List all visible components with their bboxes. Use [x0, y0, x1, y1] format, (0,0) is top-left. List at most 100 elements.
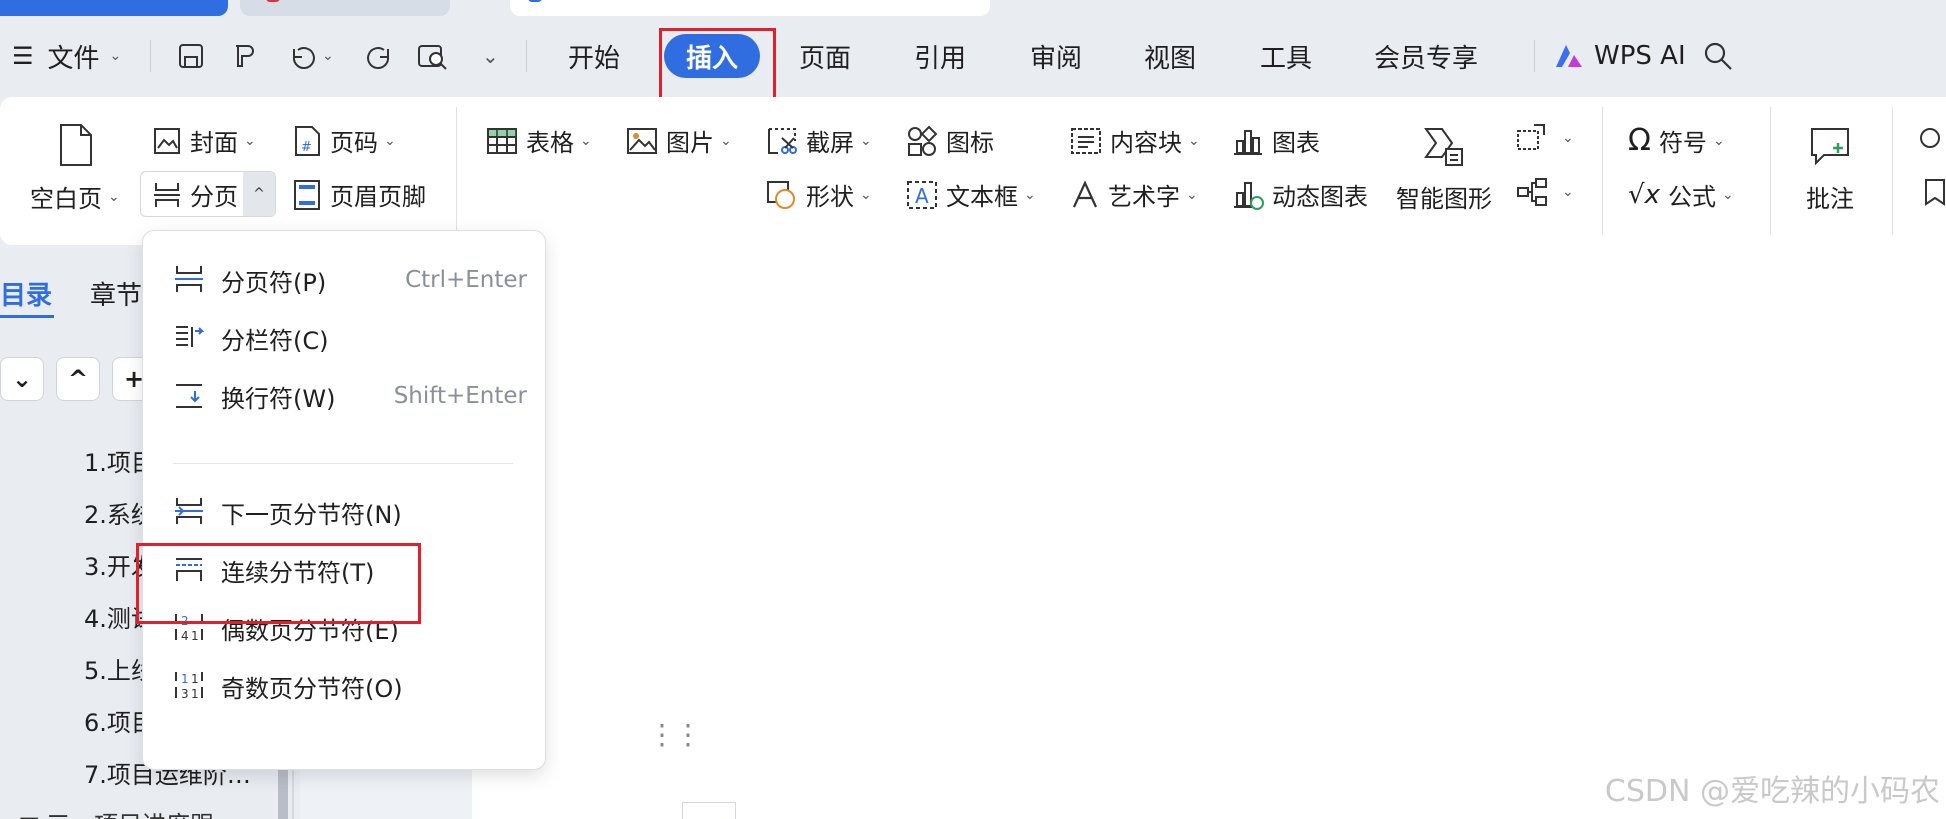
tab-page[interactable]: 页面 — [799, 36, 851, 76]
header-footer-button[interactable]: 页眉页脚 — [292, 177, 426, 212]
writer-app-icon — [528, 0, 542, 2]
tab-chapter[interactable]: 章节 — [90, 275, 142, 312]
cover-label: 封面 — [190, 129, 238, 157]
menu-item-column-break[interactable]: 分栏符(C) — [143, 309, 547, 367]
svg-text:#: # — [301, 140, 312, 155]
wps-ai-label: WPS AI — [1594, 41, 1686, 71]
menu-item-odd-page-section-break[interactable]: 1131 奇数页分节符(O) — [143, 657, 547, 715]
screenshot-button[interactable]: 截屏 ⌄ — [766, 123, 872, 158]
textbox-button[interactable]: A 文本框 ⌄ — [906, 177, 1036, 212]
next-page-section-break-icon — [173, 495, 205, 527]
smart-graphic-button[interactable]: 智能图形 — [1396, 125, 1492, 214]
page-break-dropdown-toggle[interactable]: ^ — [243, 172, 275, 216]
save-button[interactable] — [176, 36, 206, 76]
menu-item-next-page-section-break[interactable]: 下一页分节符(N) — [143, 483, 547, 541]
page-number-label: 页码 — [330, 129, 378, 157]
tab-toc[interactable]: 目录 — [0, 275, 52, 312]
page-number-icon: # — [292, 125, 322, 157]
table-button[interactable]: 表格 ⌄ — [486, 123, 592, 158]
tab-member[interactable]: 会员专享 — [1374, 36, 1478, 76]
svg-text:1: 1 — [191, 672, 199, 686]
formula-button[interactable]: √x 公式 ⌄ — [1628, 177, 1734, 212]
textbox-label: 文本框 — [946, 183, 1018, 211]
nav-scrollbar[interactable] — [278, 765, 288, 819]
picture-button[interactable]: 图片 ⌄ — [626, 123, 732, 158]
omega-icon: Ω — [1628, 123, 1651, 158]
wordart-button[interactable]: 艺术字 ⌄ — [1070, 177, 1198, 212]
header-footer-label: 页眉页脚 — [330, 183, 426, 211]
tab-home[interactable]: 开始 — [568, 36, 620, 76]
tab-chapter-label: 章节 — [90, 281, 143, 311]
svg-text:3: 3 — [181, 687, 189, 701]
shape-label: 形状 — [806, 183, 854, 211]
icons-button[interactable]: 图标 — [906, 123, 994, 158]
menu-item-shortcut: Ctrl+Enter — [405, 267, 527, 293]
tab-tools-label: 工具 — [1260, 43, 1313, 74]
content-block-button[interactable]: 内容块 ⌄ — [1070, 123, 1200, 158]
tab-review-label: 审阅 — [1030, 43, 1083, 74]
page-break-button[interactable]: 分页 — [152, 177, 238, 212]
flowchart-button[interactable]: ⌄ — [1516, 177, 1574, 207]
page-corner — [682, 802, 736, 819]
tab-page-label: 页面 — [799, 43, 852, 74]
comment-button[interactable]: 批注 — [1806, 125, 1854, 214]
format-painter-button[interactable] — [228, 36, 258, 76]
window-tab-1[interactable] — [0, 0, 228, 16]
content-block-label: 内容块 — [1110, 129, 1182, 157]
bar-chart-icon — [1232, 126, 1264, 156]
chevron-down-icon: ⌄ — [384, 132, 396, 149]
toc-item[interactable]: ▼ 三、项目进度跟 — [20, 805, 214, 819]
expand-up-button[interactable]: ^ — [56, 357, 100, 401]
chevron-down-icon: ⌄ — [1712, 132, 1725, 149]
shapes-gallery-button[interactable]: ⌄ — [1516, 123, 1574, 153]
ribbon-overflow-item-1[interactable] — [1918, 123, 1946, 153]
scissors-icon — [766, 126, 798, 156]
quick-access-more-button[interactable]: ⌄ — [476, 36, 499, 76]
chevron-down-icon: ⌄ — [580, 132, 592, 149]
ribbon-overflow-item-2[interactable] — [1918, 177, 1946, 207]
menu-bar: ☰ 文件 ⌄ ⌄ ⌄ 开始 插入 页面 引用 审阅 视图 工具 会员专享 WPS… — [0, 16, 1946, 96]
shape-button[interactable]: 形状 ⌄ — [766, 177, 872, 212]
bookmark-icon — [1918, 177, 1946, 207]
dynamic-chart-button[interactable]: 动态图表 — [1232, 177, 1368, 212]
formula-label: 公式 — [1667, 183, 1716, 211]
collapse-all-button[interactable]: ⌄ — [0, 357, 44, 401]
tab-view[interactable]: 视图 — [1144, 36, 1196, 76]
table-label: 表格 — [526, 129, 574, 157]
undo-button[interactable]: ⌄ — [286, 36, 334, 76]
blank-page-button[interactable]: 空白页 ⌄ — [30, 123, 120, 214]
window-tab-3[interactable] — [510, 0, 990, 16]
undo-icon — [286, 41, 316, 71]
divider — [150, 40, 151, 72]
symbol-button[interactable]: Ω 符号 ⌄ — [1628, 123, 1725, 158]
picture-icon — [626, 126, 658, 156]
icons-gallery-icon — [906, 125, 938, 157]
tab-references-label: 引用 — [914, 43, 967, 74]
watermark: CSDN @爱吃辣的小码农 — [1604, 774, 1940, 809]
search-button[interactable] — [1702, 36, 1734, 76]
tab-toc-label: 目录 — [0, 281, 53, 311]
chevron-down-icon: ⌄ — [1188, 132, 1200, 149]
redo-button[interactable] — [366, 36, 396, 76]
smart-graphic-label: 智能图形 — [1396, 185, 1492, 213]
menu-item-line-break[interactable]: 换行符(W) Shift+Enter — [143, 367, 547, 425]
file-menu[interactable]: ☰ 文件 ⌄ — [12, 36, 121, 76]
screenshot-label: 截屏 — [806, 129, 854, 157]
pdf-app-icon — [266, 0, 280, 2]
print-preview-button[interactable] — [416, 36, 450, 76]
picture-label: 图片 — [666, 129, 714, 157]
chevron-down-icon: ⌄ — [860, 132, 872, 149]
page-number-button[interactable]: # 页码 ⌄ — [292, 123, 396, 158]
page-break-dropdown-menu: 分页符(P) Ctrl+Enter 分栏符(C) 换行符(W) Shift+En… — [142, 230, 546, 770]
window-tab-2[interactable] — [240, 0, 450, 16]
tab-review[interactable]: 审阅 — [1030, 36, 1082, 76]
tab-tools[interactable]: 工具 — [1260, 36, 1312, 76]
menu-item-page-break[interactable]: 分页符(P) Ctrl+Enter — [143, 251, 547, 309]
cover-button[interactable]: 封面 ⌄ — [152, 123, 256, 158]
tab-member-label: 会员专享 — [1374, 43, 1479, 74]
drag-handle-icon[interactable]: ⋮⋮ — [648, 721, 702, 749]
header-footer-icon — [292, 179, 322, 211]
wps-ai-button[interactable]: WPS AI — [1554, 36, 1686, 76]
tab-references[interactable]: 引用 — [914, 36, 966, 76]
chart-button[interactable]: 图表 — [1232, 123, 1320, 158]
